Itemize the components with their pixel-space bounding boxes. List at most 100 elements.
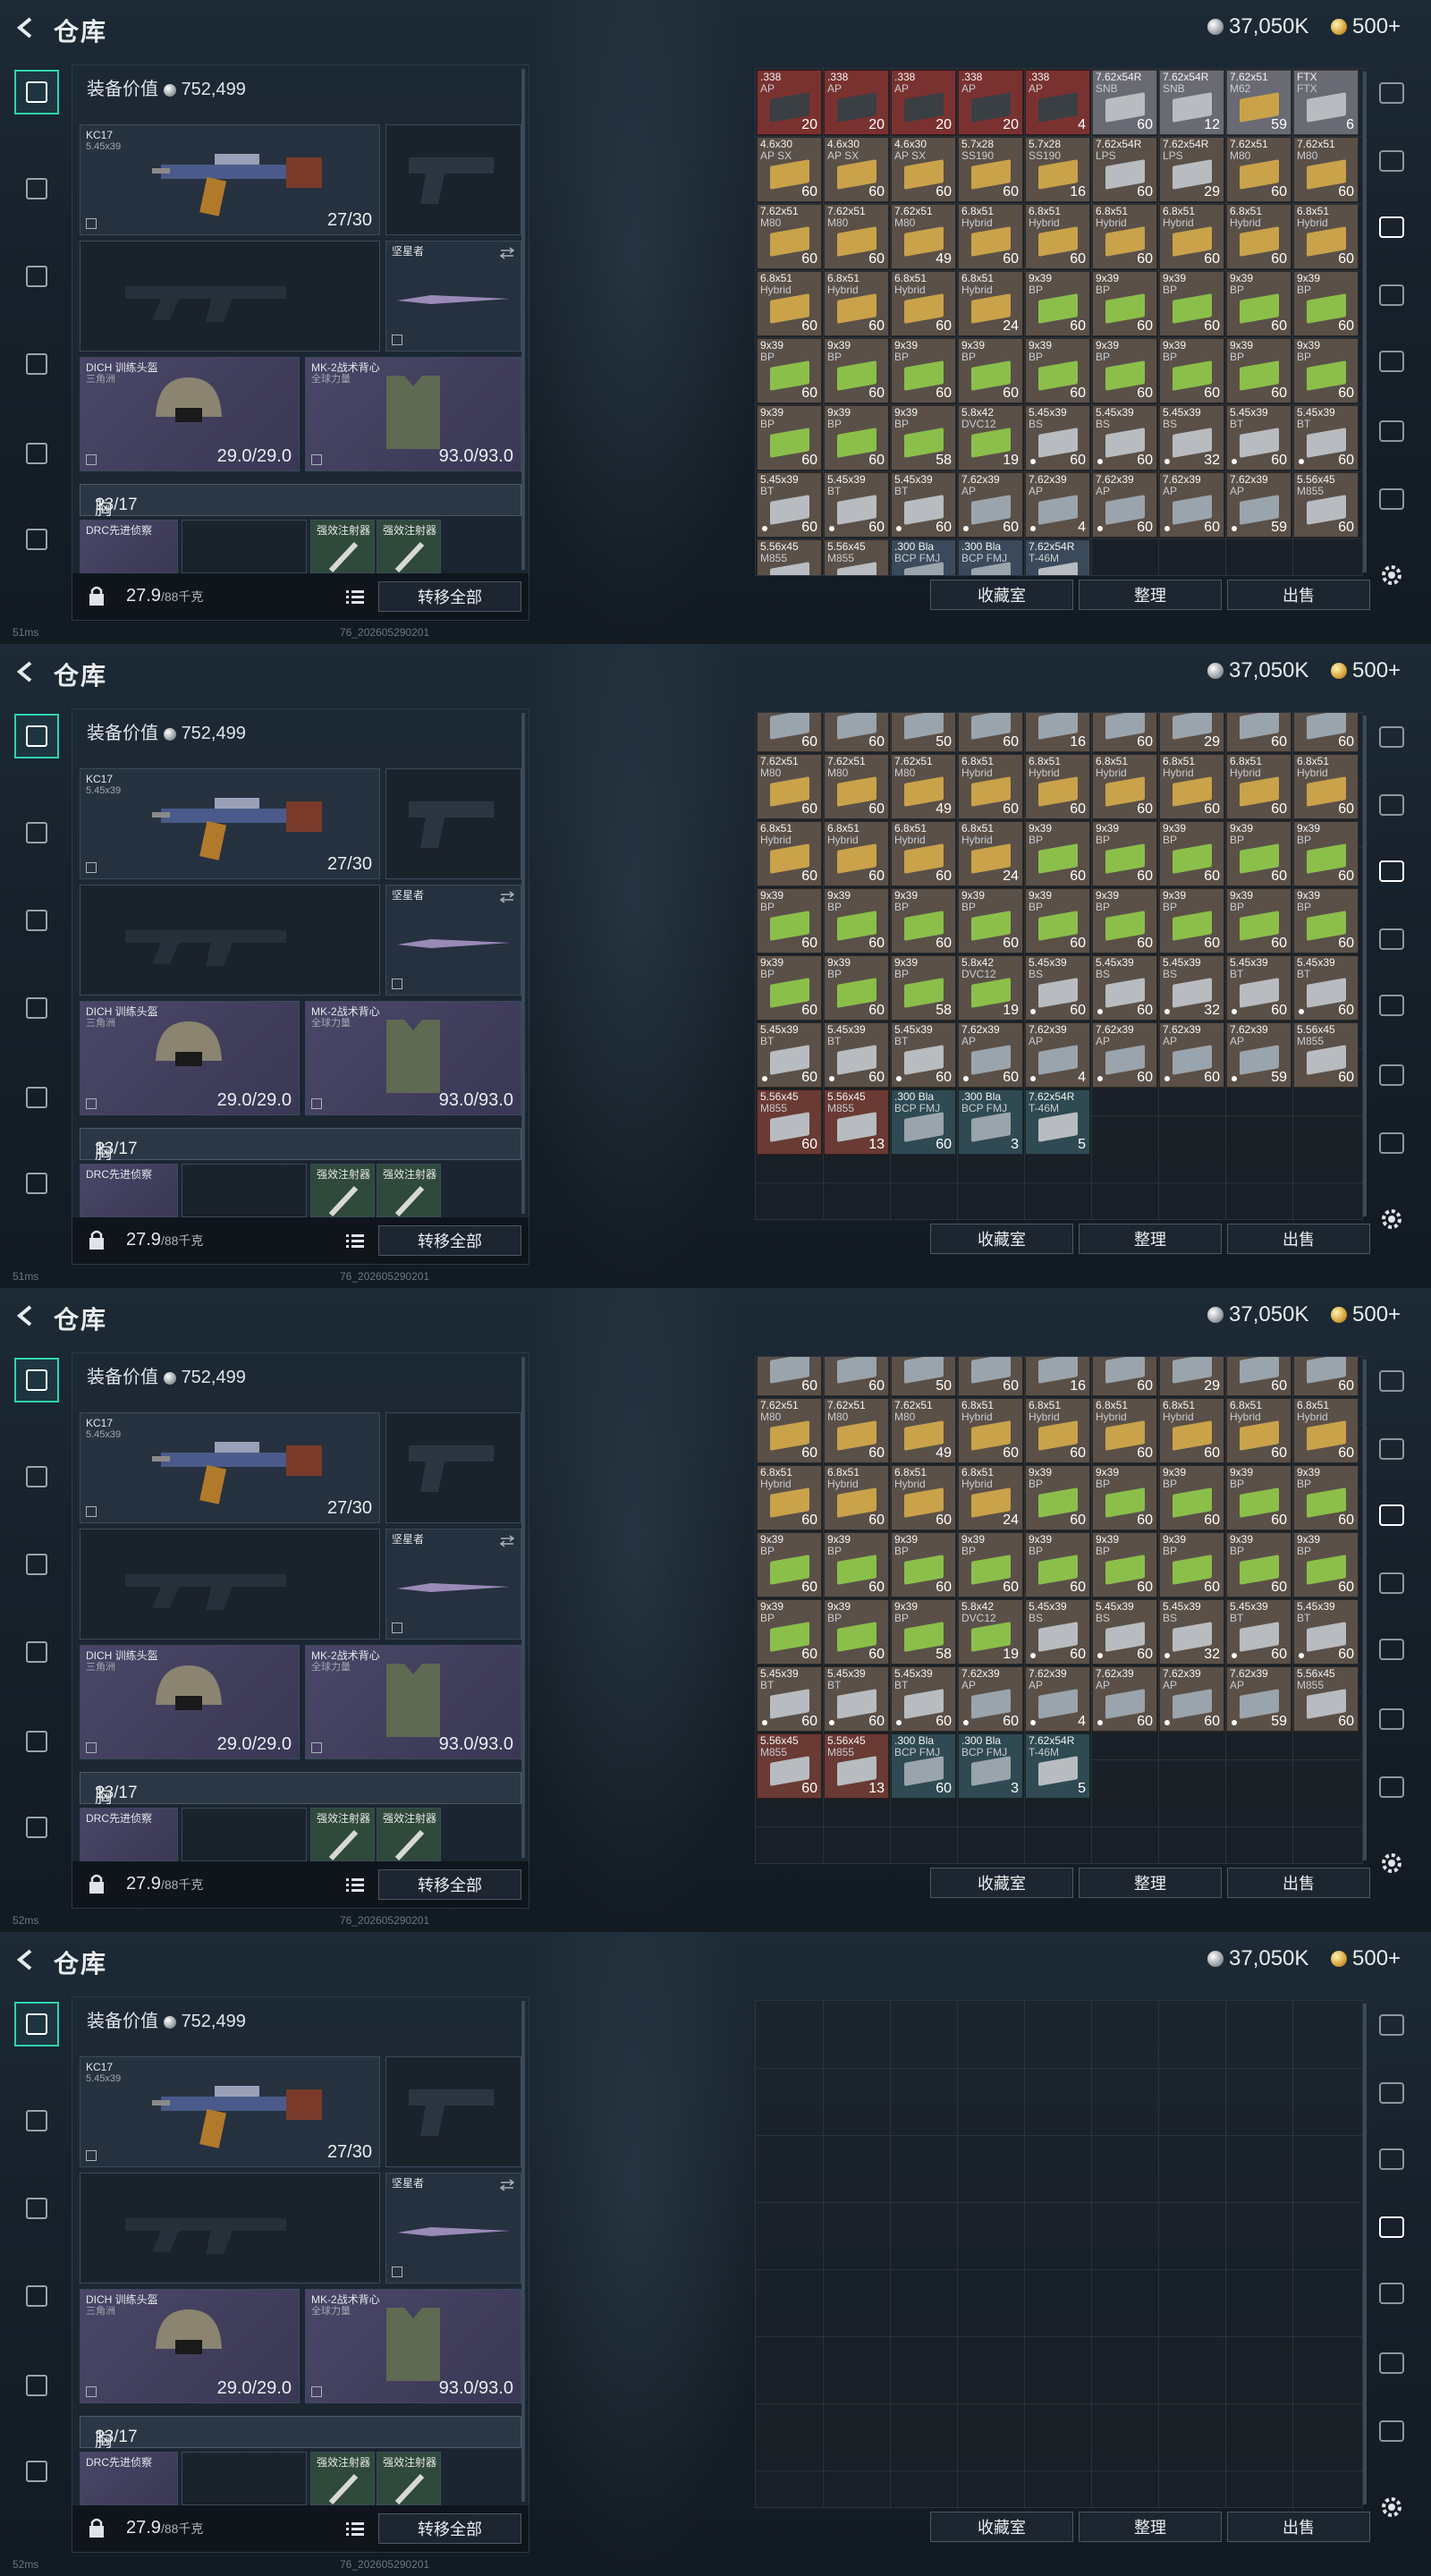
help-icon[interactable]: ? [95,2428,105,2447]
stash-item[interactable]: 5.7x28 SS190 60 [958,137,1023,202]
stash-item[interactable]: 7.62x51 M80 60 [757,754,822,819]
stash-item[interactable]: 7.62x54R SNB 60 [1092,70,1157,135]
sidebar-category-3[interactable] [14,2186,59,2231]
stash-item[interactable]: 9x39 BP 60 [757,1532,822,1597]
loadout-scrollbar[interactable] [521,2001,525,2502]
stash-item[interactable]: 60 [1092,1357,1157,1396]
stash-item[interactable]: 7.62x39 AP 59 [1226,1022,1291,1088]
container-tab-7[interactable] [1379,2420,1404,2442]
rig-item-1[interactable]: DRC先进侦察 [80,1808,178,1861]
stash-item[interactable]: 60 [1226,713,1291,752]
container-tab-1[interactable] [1379,2014,1404,2036]
stash-item[interactable]: 6.8x51 Hybrid 60 [891,1465,956,1530]
stash-item[interactable]: .300 Bla BCP FMJ 60 [891,1089,956,1155]
stash-item[interactable]: 7.62x51 M80 49 [891,754,956,819]
stash-item[interactable]: 5.45x39 BT 60 [824,1666,889,1732]
rig-item-2[interactable]: 强效注射器 [310,520,375,573]
stash-item[interactable]: 9x39 BP 60 [1092,1532,1157,1597]
stash-item[interactable]: 7.62x54R T-46M 5 [1025,1733,1090,1799]
stash-item[interactable]: 5.45x39 BT 60 [824,1022,889,1088]
stash-item[interactable]: 6.8x51 Hybrid 24 [958,1465,1023,1530]
stash-item[interactable]: 4.6x30 AP SX 60 [891,137,956,202]
container-tab-1[interactable] [1379,82,1404,104]
stash-item[interactable]: 9x39 BP 58 [891,405,956,470]
sort-button[interactable]: 整理 [1079,580,1222,610]
transfer-all-button[interactable]: 转移全部 [378,1225,521,1256]
secondary-weapon-slot[interactable] [80,885,380,996]
stash-item[interactable]: 9x39 BP 60 [1293,888,1359,953]
stash-item[interactable]: 9x39 BP 60 [1025,1465,1090,1530]
melee-slot[interactable]: 坚星者 [385,885,521,996]
collection-room-button[interactable]: 收藏室 [930,2512,1073,2542]
stash-item[interactable]: 9x39 BP 60 [824,955,889,1021]
stash-item[interactable]: 6.8x51 Hybrid 60 [1293,754,1359,819]
stash-item[interactable]: 60 [958,1357,1023,1396]
stash-item[interactable]: 7.62x39 AP 59 [1226,1666,1291,1732]
stash-item[interactable]: 5.45x39 BT 60 [757,472,822,538]
stash-item[interactable]: 9x39 BP 60 [891,888,956,953]
stash-item[interactable]: 50 [891,713,956,752]
stash-item[interactable]: 7.62x51 M80 60 [824,1398,889,1463]
stash-item[interactable]: .300 Bla BCP FMJ [891,539,956,575]
container-tab-6[interactable] [1379,2352,1404,2374]
gold-currency[interactable]: 500+ [1331,14,1401,39]
stash-item[interactable]: 4.6x30 AP SX 60 [757,137,822,202]
stash-item[interactable]: 7.62x39 AP 60 [1159,1022,1224,1088]
stash-item[interactable]: 5.45x39 BS 60 [1025,1599,1090,1665]
sidebar-category-2[interactable] [14,2098,59,2143]
stash-item[interactable]: 9x39 BP 60 [1226,888,1291,953]
stash-item[interactable]: 5.45x39 BT 60 [891,1022,956,1088]
pistol-slot[interactable] [385,768,521,879]
stash-item[interactable]: 7.62x54R T-46M [1025,539,1090,575]
stash-item[interactable]: 6.8x51 Hybrid 60 [1092,754,1157,819]
stash-item[interactable]: 6.8x51 Hybrid 60 [891,271,956,336]
loadout-scrollbar[interactable] [521,713,525,1214]
container-tab-5[interactable] [1379,1639,1404,1660]
stash-item[interactable]: 5.45x39 BT 60 [891,1666,956,1732]
sidebar-category-5[interactable] [14,2363,59,2408]
chest-rig-bar[interactable]: 胸挂：13/17 ? [80,1772,521,1831]
stash-item[interactable]: 7.62x39 AP 60 [958,1666,1023,1732]
help-icon[interactable]: ? [95,1784,105,1803]
armor-slot[interactable]: MK-2战术背心 全球力量 93.0/93.0 [305,1645,521,1759]
helmet-slot[interactable]: DICH 训练头盔 三角洲 29.0/29.0 [80,357,300,471]
stash-item[interactable]: 5.45x39 BT 60 [757,1666,822,1732]
gold-currency[interactable]: 500+ [1331,1946,1401,1971]
stash-item[interactable]: 5.8x42 DVC12 19 [958,405,1023,470]
stash-item[interactable]: .338 AP 20 [757,70,822,135]
stash-item[interactable]: 9x39 BP 60 [1293,271,1359,336]
stash-item[interactable]: 9x39 BP 60 [1293,1465,1359,1530]
container-tab-4[interactable] [1379,284,1404,306]
container-tab-3[interactable] [1379,216,1404,238]
stash-item[interactable]: 6.8x51 Hybrid 60 [1293,204,1359,269]
container-tab-1[interactable] [1379,726,1404,748]
stash-item[interactable]: 6.8x51 Hybrid 60 [958,1398,1023,1463]
sidebar-category-6[interactable] [14,1805,59,1850]
armor-slot[interactable]: MK-2战术背心 全球力量 93.0/93.0 [305,1001,521,1115]
stash-item[interactable]: 7.62x51 M80 49 [891,1398,956,1463]
stash-item[interactable]: 60 [1293,1357,1359,1396]
stash-item[interactable]: .300 Bla BCP FMJ 60 [891,1733,956,1799]
stash-scrollbar[interactable] [1363,716,1367,1216]
sidebar-category-1[interactable] [14,1358,59,1402]
stash-item[interactable]: .300 Bla BCP FMJ 3 [958,1089,1023,1155]
sidebar-category-1[interactable] [14,714,59,758]
stash-item[interactable]: 5.45x39 BS 60 [1092,405,1157,470]
stash-item[interactable]: 6.8x51 Hybrid 60 [824,821,889,886]
stash-item[interactable]: 9x39 BP 60 [824,1599,889,1665]
rig-empty-slot[interactable] [182,1808,307,1861]
collection-room-button[interactable]: 收藏室 [930,1224,1073,1254]
stash-item[interactable]: 7.62x39 AP 60 [958,1022,1023,1088]
sidebar-category-2[interactable] [14,1454,59,1499]
stash-item[interactable]: 7.62x51 M62 59 [1226,70,1291,135]
sidebar-category-4[interactable] [14,1630,59,1674]
container-tab-3[interactable] [1379,2148,1404,2170]
stash-item[interactable]: 5.45x39 BT 60 [1226,405,1291,470]
stash-item[interactable]: 7.62x54R LPS 29 [1159,137,1224,202]
list-view-icon[interactable] [344,586,366,607]
stash-item[interactable]: 6.8x51 Hybrid 60 [824,1465,889,1530]
stash-item[interactable]: 5.45x39 BT 60 [1293,955,1359,1021]
stash-item[interactable]: 9x39 BP 60 [824,1532,889,1597]
stash-item[interactable]: 9x39 BP 60 [1025,271,1090,336]
helmet-slot[interactable]: DICH 训练头盔 三角洲 29.0/29.0 [80,1001,300,1115]
